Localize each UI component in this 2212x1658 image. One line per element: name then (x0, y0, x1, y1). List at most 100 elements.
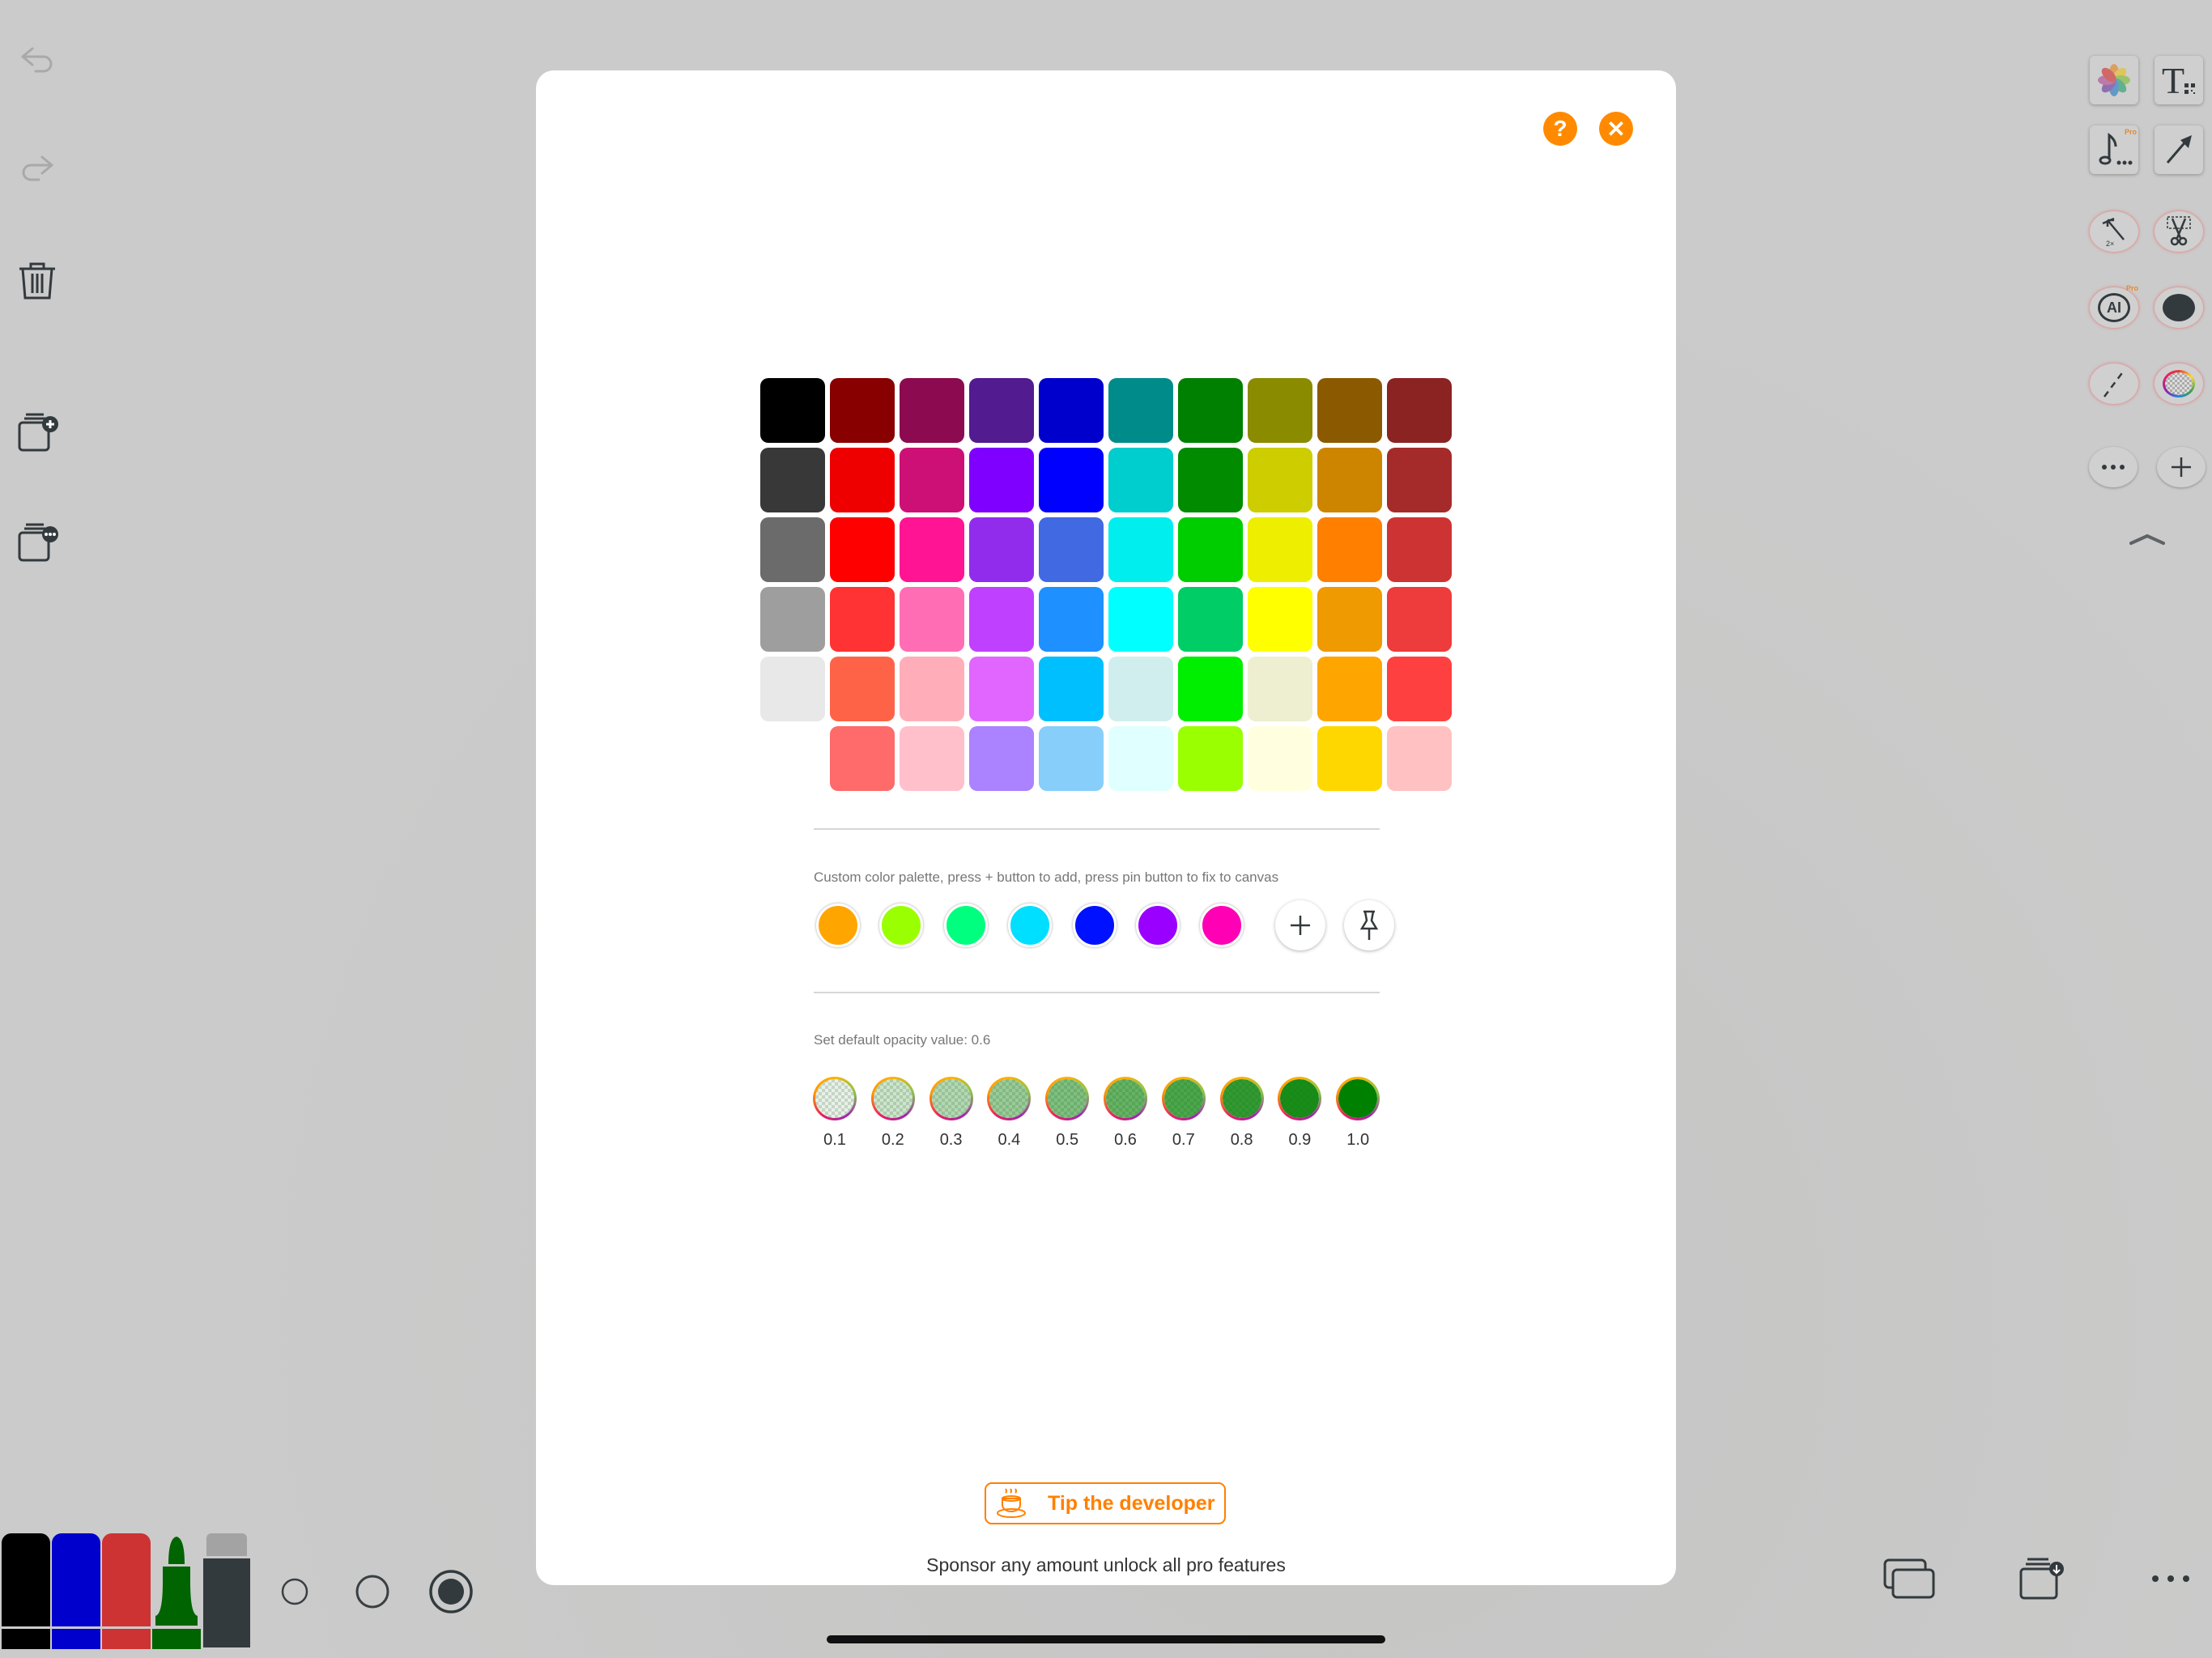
palette-swatch[interactable] (1248, 587, 1312, 652)
palette-swatch[interactable] (900, 657, 964, 721)
custom-color-swatch[interactable] (944, 903, 988, 947)
page-download-icon[interactable] (2016, 1556, 2065, 1601)
add-page-icon[interactable] (15, 411, 60, 457)
palette-swatch[interactable] (760, 378, 825, 443)
palette-swatch[interactable] (1248, 726, 1312, 791)
stroke-large-selected-icon[interactable] (428, 1569, 474, 1614)
palette-swatch[interactable] (1039, 587, 1104, 652)
palette-swatch[interactable] (1178, 657, 1243, 721)
text-tool-button[interactable]: T (2155, 56, 2203, 104)
palette-swatch[interactable] (969, 448, 1034, 512)
palette-swatch[interactable] (969, 517, 1034, 582)
audio-button[interactable]: Pro (2090, 125, 2138, 174)
custom-color-swatch[interactable] (1073, 903, 1117, 947)
palette-swatch[interactable] (1317, 378, 1382, 443)
palette-swatch[interactable] (1387, 448, 1452, 512)
palette-swatch[interactable] (1317, 726, 1382, 791)
marker-pen[interactable] (203, 1533, 252, 1649)
home-indicator[interactable] (827, 1635, 1385, 1643)
palette-swatch[interactable] (900, 587, 964, 652)
custom-color-swatch[interactable] (816, 903, 860, 947)
palette-swatch[interactable] (760, 448, 825, 512)
palette-swatch[interactable] (1387, 587, 1452, 652)
marker-pen[interactable] (102, 1533, 151, 1649)
redo-icon[interactable] (15, 147, 60, 193)
palette-swatch[interactable] (1178, 726, 1243, 791)
ai-button[interactable]: Pro AI (2090, 284, 2138, 328)
stroke-medium-icon[interactable] (354, 1573, 391, 1610)
custom-color-swatch[interactable] (879, 903, 923, 947)
palette-swatch[interactable] (969, 726, 1034, 791)
palette-swatch[interactable] (830, 657, 895, 721)
palette-swatch[interactable] (1039, 517, 1104, 582)
palette-swatch[interactable] (1039, 448, 1104, 512)
stroke-small-icon[interactable] (280, 1577, 309, 1606)
palette-swatch[interactable] (900, 448, 964, 512)
palette-swatch[interactable] (1317, 517, 1382, 582)
palette-swatch[interactable] (1387, 657, 1452, 721)
palette-swatch[interactable] (1039, 657, 1104, 721)
palette-swatch[interactable] (969, 657, 1034, 721)
collapse-chevron-icon[interactable] (2129, 533, 2165, 546)
palette-swatch[interactable] (830, 448, 895, 512)
close-button[interactable]: ✕ (1599, 112, 1633, 146)
palette-swatch[interactable] (969, 378, 1034, 443)
palette-swatch[interactable] (1108, 448, 1173, 512)
palette-swatch[interactable] (1387, 726, 1452, 791)
color-picker-button[interactable] (2155, 363, 2203, 404)
palette-swatch[interactable] (830, 587, 895, 652)
add-color-button[interactable] (1275, 900, 1325, 950)
palette-swatch[interactable] (1178, 378, 1243, 443)
palette-swatch[interactable] (900, 726, 964, 791)
palette-swatch[interactable] (1039, 378, 1104, 443)
palette-swatch[interactable] (1248, 517, 1312, 582)
palette-swatch[interactable] (760, 587, 825, 652)
palette-swatch[interactable] (830, 378, 895, 443)
palette-swatch[interactable] (1248, 448, 1312, 512)
pin-button[interactable] (1344, 900, 1394, 950)
palette-swatch[interactable] (1108, 726, 1173, 791)
photos-button[interactable] (2090, 56, 2138, 104)
opacity-option[interactable] (1336, 1077, 1380, 1120)
palette-swatch[interactable] (1317, 587, 1382, 652)
more-options-icon[interactable] (2150, 1574, 2191, 1584)
opacity-option[interactable] (1219, 1077, 1264, 1120)
palette-swatch[interactable] (1178, 517, 1243, 582)
opacity-option[interactable] (929, 1077, 973, 1120)
palette-swatch[interactable] (1317, 448, 1382, 512)
palette-swatch[interactable] (1248, 657, 1312, 721)
opacity-option[interactable] (1045, 1077, 1090, 1120)
palette-swatch[interactable] (1108, 657, 1173, 721)
double-arrow-button[interactable]: 2× (2090, 211, 2138, 252)
palette-swatch[interactable] (1387, 378, 1452, 443)
tip-developer-button[interactable]: Tip the developer (985, 1482, 1226, 1524)
opacity-option[interactable] (1278, 1077, 1322, 1120)
pages-icon[interactable] (1882, 1558, 1936, 1601)
palette-swatch[interactable] (900, 378, 964, 443)
palette-swatch[interactable] (760, 517, 825, 582)
trash-icon[interactable] (15, 259, 60, 304)
cut-selection-button[interactable] (2155, 211, 2203, 252)
custom-color-swatch[interactable] (1008, 903, 1052, 947)
marker-pen[interactable] (2, 1533, 50, 1649)
marker-pen[interactable] (52, 1533, 100, 1649)
help-button[interactable]: ? (1543, 112, 1577, 146)
opacity-option[interactable] (813, 1077, 857, 1120)
palette-swatch[interactable] (1108, 378, 1173, 443)
more-tools-button[interactable] (2089, 447, 2138, 487)
undo-icon[interactable] (15, 39, 60, 84)
palette-swatch[interactable] (969, 587, 1034, 652)
palette-swatch[interactable] (1178, 448, 1243, 512)
page-more-icon[interactable] (15, 521, 60, 567)
arrow-tool-button[interactable] (2155, 125, 2203, 174)
palette-swatch[interactable] (1387, 517, 1452, 582)
custom-color-swatch[interactable] (1136, 903, 1180, 947)
marker-pen[interactable] (152, 1533, 201, 1649)
opacity-option[interactable] (987, 1077, 1032, 1120)
brush-size-button[interactable] (2155, 287, 2203, 328)
palette-swatch[interactable] (1248, 378, 1312, 443)
dashed-line-button[interactable] (2090, 363, 2138, 404)
palette-swatch[interactable] (1317, 657, 1382, 721)
palette-swatch[interactable] (900, 517, 964, 582)
add-tool-button[interactable] (2157, 447, 2206, 487)
